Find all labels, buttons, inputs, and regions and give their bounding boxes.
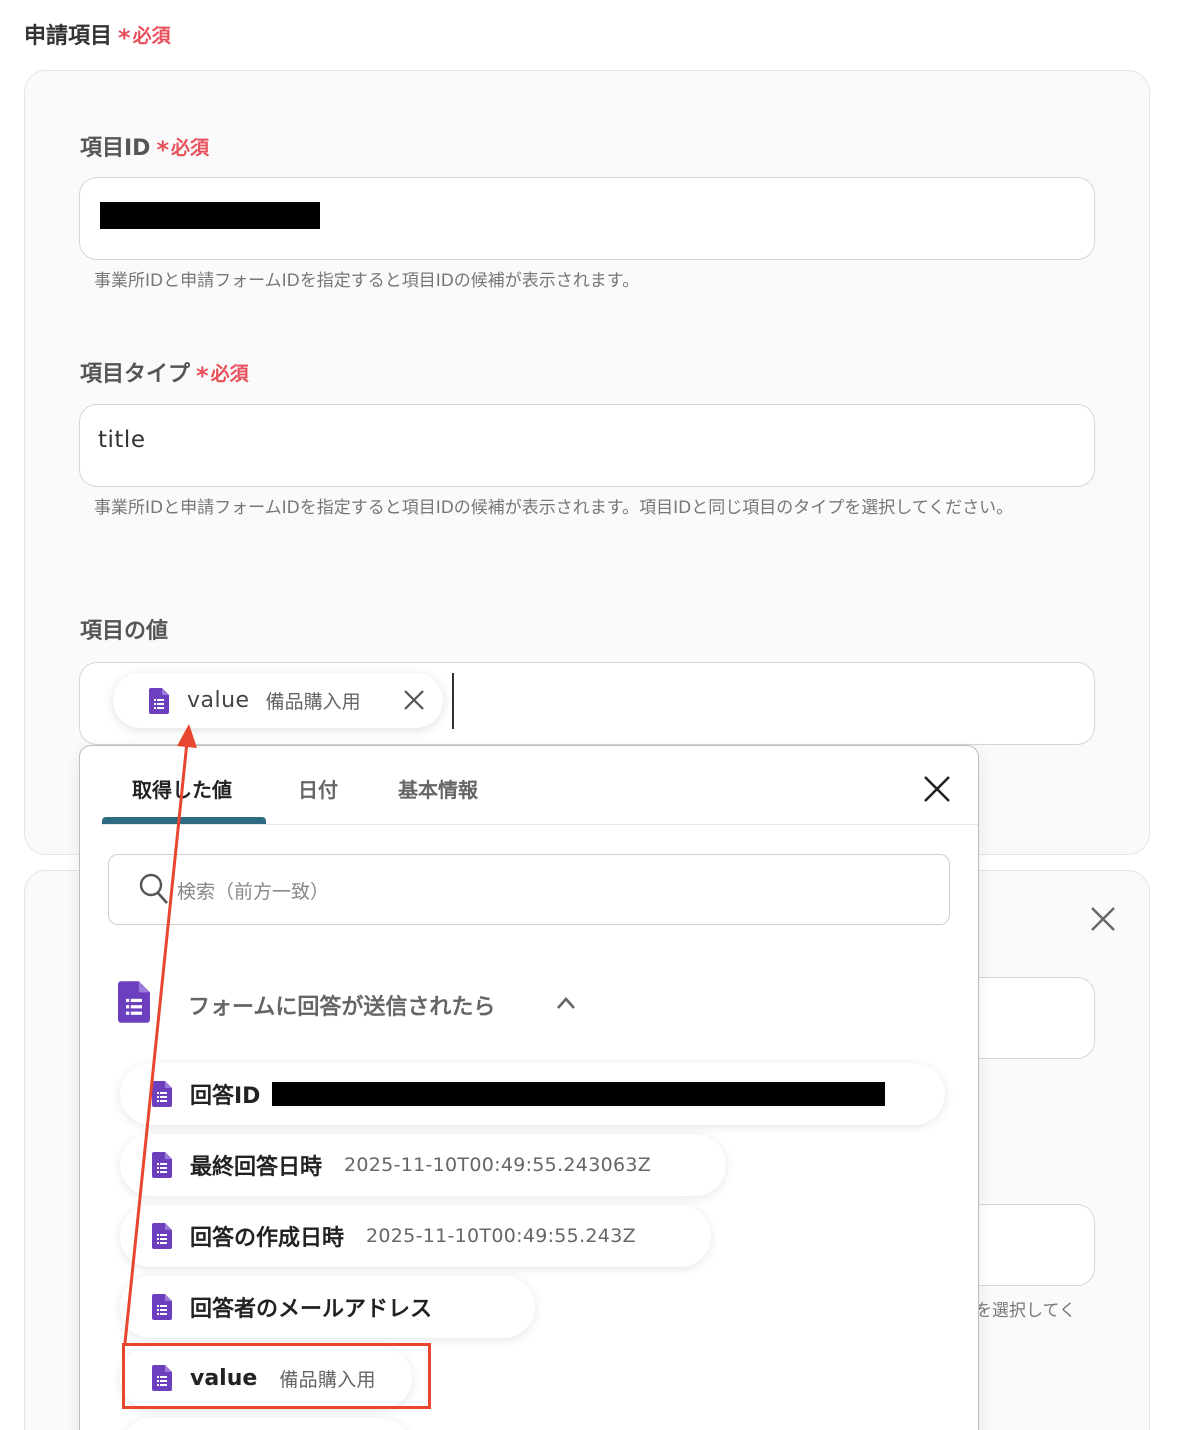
chip-name: value [187, 688, 250, 713]
item-value-label-text: 項目の値 [80, 619, 169, 644]
required-badge: * 必須 [156, 133, 210, 163]
close-icon[interactable] [1090, 906, 1116, 932]
list-item-email[interactable]: 回答者のメールアドレス [120, 1276, 535, 1338]
google-forms-icon [152, 1081, 172, 1107]
item-label: 回答者のメールアドレス [190, 1297, 433, 1322]
item-type-help: 事業所IDと申請フォームIDを指定すると項目IDの候補が表示されます。項目IDと… [94, 498, 1014, 518]
tab-fetched-values[interactable]: 取得した値 [132, 774, 232, 803]
required-label: 必須 [132, 24, 171, 47]
section-title: 申請項目 * 必須 [24, 18, 171, 50]
google-forms-icon [149, 687, 169, 714]
text-caret [452, 673, 454, 729]
google-forms-icon [152, 1223, 172, 1249]
close-icon[interactable] [922, 774, 952, 804]
required-label: 必須 [210, 362, 249, 385]
required-badge: * 必須 [196, 359, 249, 389]
item-type-input[interactable]: title [79, 404, 1095, 487]
list-item-response-id[interactable]: 回答ID [120, 1063, 945, 1125]
item-type-value: title [98, 427, 146, 453]
section-title-text: 申請項目 [24, 24, 113, 49]
list-item-created-at[interactable]: 回答の作成日時 2025-11-10T00:49:55.243Z [120, 1205, 711, 1267]
item-value-label: 項目の値 [80, 613, 168, 645]
search-field[interactable]: 検索（前方一致） [108, 854, 950, 925]
item-value: 2025-11-10T00:49:55.243Z [366, 1225, 636, 1247]
redacted-value [272, 1082, 886, 1106]
google-forms-icon [118, 981, 150, 1023]
item-id-label-text: 項目ID [80, 136, 151, 161]
tab-date[interactable]: 日付 [298, 774, 338, 803]
group-title[interactable]: フォームに回答が送信されたら [188, 989, 495, 1021]
card2-input[interactable] [960, 977, 1095, 1059]
tab-basic-info[interactable]: 基本情報 [398, 774, 478, 803]
item-label: 最終回答日時 [190, 1155, 323, 1180]
required-badge: * 必須 [118, 21, 171, 51]
active-tab-indicator [102, 817, 266, 824]
item-value: 2025-11-10T00:49:55.243063Z [344, 1154, 652, 1176]
card2-input[interactable] [960, 1204, 1095, 1286]
google-forms-icon [152, 1294, 172, 1320]
redacted-value [100, 202, 320, 229]
item-label: 回答ID [190, 1084, 261, 1109]
required-label: 必須 [171, 136, 210, 159]
chip-sub: 備品購入用 [265, 691, 361, 713]
card2-help: を選択してく [975, 1301, 1076, 1321]
item-type-label: 項目タイプ * 必須 [80, 356, 249, 388]
search-placeholder: 検索（前方一致） [177, 881, 330, 903]
highlight-box [122, 1343, 431, 1409]
search-icon [139, 873, 168, 904]
value-chip[interactable]: value 備品購入用 [113, 673, 443, 728]
value-picker-dropdown: 取得した値 日付 基本情報 検索（前方一致） フォームに回答が送信されたら 回答… [79, 745, 979, 1430]
item-type-label-text: 項目タイプ [80, 362, 191, 387]
tab-bar: 取得した値 日付 基本情報 [102, 746, 978, 825]
item-label: 回答の作成日時 [190, 1226, 345, 1251]
list-item-partial[interactable] [120, 1418, 412, 1430]
item-id-input[interactable] [79, 177, 1095, 260]
close-icon[interactable] [403, 689, 425, 711]
google-forms-icon [152, 1152, 172, 1178]
list-item-last-response[interactable]: 最終回答日時 2025-11-10T00:49:55.243063Z [120, 1134, 726, 1196]
chevron-up-icon[interactable] [556, 996, 576, 1010]
item-id-help: 事業所IDと申請フォームIDを指定すると項目IDの候補が表示されます。 [94, 271, 640, 291]
item-id-label: 項目ID * 必須 [80, 130, 209, 162]
group-icon-wrap [118, 979, 150, 1025]
